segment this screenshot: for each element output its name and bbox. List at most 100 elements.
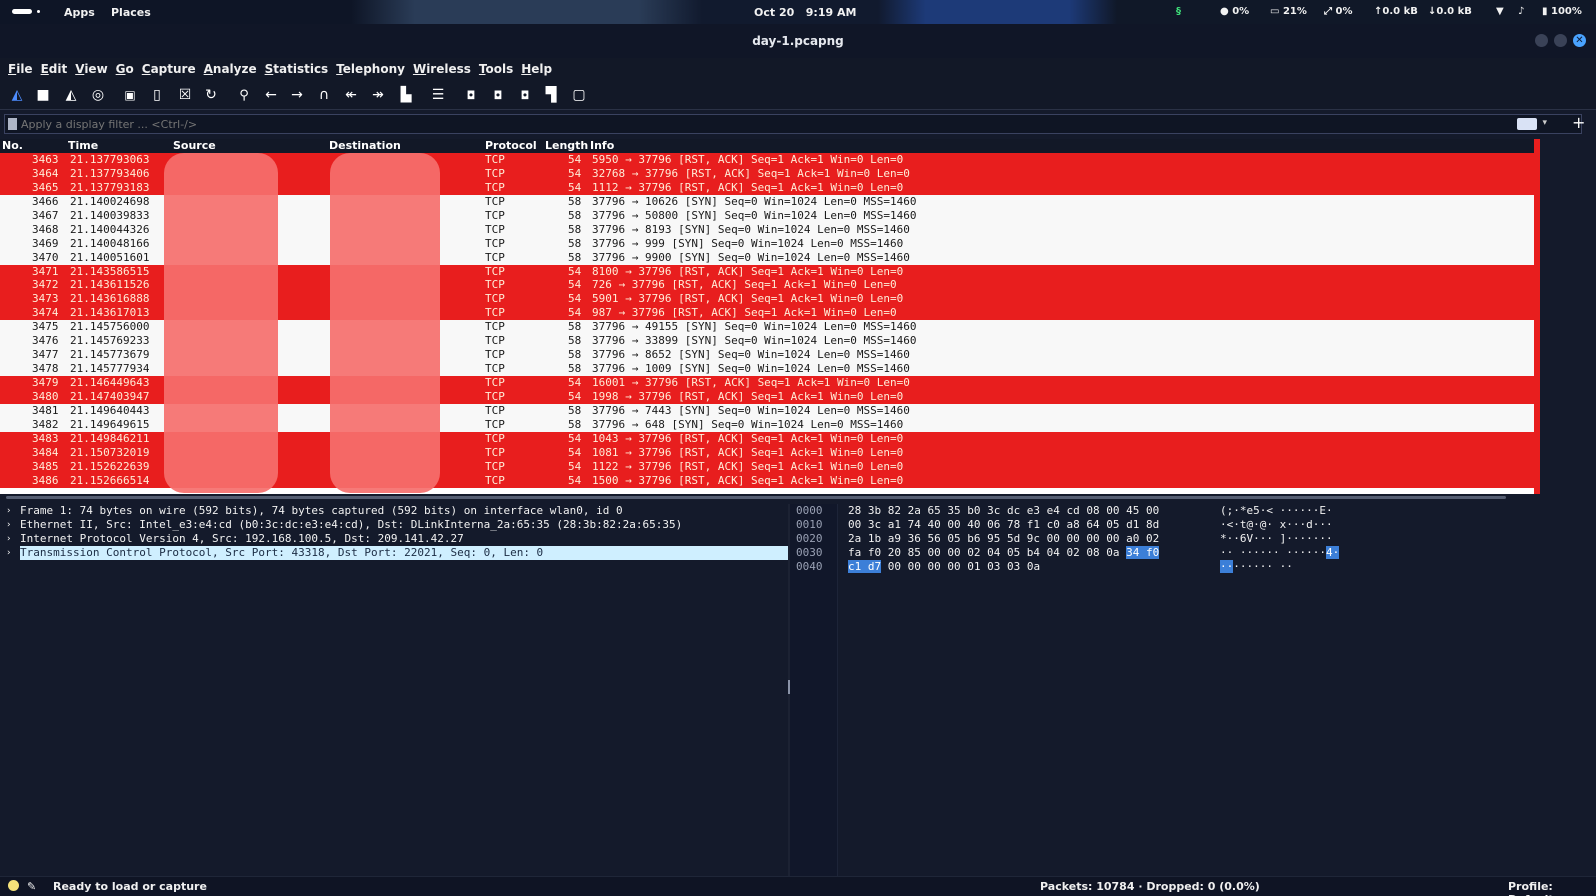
detail-tree-item[interactable]: › Frame 1: 74 bytes on wire (592 bits), 7…: [0, 504, 788, 518]
detail-tree-item[interactable]: › Transmission Control Protocol, Src Port…: [0, 546, 788, 560]
byte-row[interactable]: 0040 c1 d7 00 00 00 00 01 03 03 0a ·······…: [790, 560, 1596, 574]
packet-info-cell: 5950 → 37796 [RST, ACK] Seq=1 Ack=1 Win=…: [592, 153, 904, 166]
menu-view[interactable]: View: [75, 62, 107, 76]
go-to-icon[interactable]: ∩: [315, 86, 333, 104]
zoom-in-icon[interactable]: ◘: [462, 86, 480, 104]
packet-time-cell: 21.147403947: [70, 389, 150, 403]
restart-icon[interactable]: ◭: [62, 86, 80, 104]
packet-time-cell: 21.143616888: [70, 292, 150, 306]
upload-value: 0.0 kB: [1382, 6, 1418, 17]
close-file-icon[interactable]: ☒: [176, 86, 194, 104]
byte-row[interactable]: 0000 28 3b 82 2a 65 35 b0 3c dc e3 e4 cd …: [790, 504, 1596, 518]
download-indicator[interactable]: ↓0.0 kB: [1428, 6, 1472, 17]
wifi-icon[interactable]: ▼: [1496, 6, 1504, 17]
packet-length-cell: 54: [568, 376, 582, 389]
places-menu[interactable]: Places: [111, 6, 151, 19]
expand-arrow-icon[interactable]: ›: [6, 532, 11, 546]
apply-filter-button[interactable]: [1517, 118, 1537, 130]
packet-length-cell: 58: [568, 194, 582, 208]
memory-indicator[interactable]: ▭ 21%: [1270, 6, 1307, 17]
expert-info-icon[interactable]: [8, 880, 19, 891]
expand-arrow-icon[interactable]: ›: [6, 546, 11, 560]
last-icon[interactable]: ↠: [369, 86, 387, 104]
save-icon[interactable]: ▯: [148, 86, 166, 104]
expand-icon[interactable]: ▢: [570, 86, 588, 104]
col-protocol-header[interactable]: Protocol: [485, 139, 537, 152]
menu-telephony[interactable]: Telephony: [336, 62, 405, 76]
col-source-header[interactable]: Source: [173, 139, 216, 152]
add-filter-button[interactable]: +: [1572, 113, 1585, 132]
col-info-header[interactable]: Info: [590, 139, 614, 152]
packet-info-cell: 37796 → 7443 [SYN] Seq=0 Win=1024 Len=0 …: [592, 403, 910, 417]
cpu-indicator[interactable]: ● 0%: [1220, 6, 1249, 17]
shark-start-icon[interactable]: ◭: [8, 86, 26, 104]
open-icon[interactable]: ▣: [121, 86, 139, 104]
forward-icon[interactable]: →: [288, 86, 306, 104]
expand-arrow-icon[interactable]: ›: [6, 518, 11, 532]
maximize-button[interactable]: [1554, 34, 1567, 47]
menu-help[interactable]: Help: [521, 62, 552, 76]
packet-time-cell: 21.140039833: [70, 208, 150, 222]
volume-icon[interactable]: ♪: [1518, 6, 1524, 17]
packet-length-cell: 54: [568, 180, 582, 194]
col-length-header[interactable]: Length: [545, 139, 588, 152]
filter-history-dropdown[interactable]: ▾: [1542, 118, 1547, 128]
bookmark-icon[interactable]: [8, 118, 17, 130]
col-time-header[interactable]: Time: [68, 139, 98, 152]
status-packet-count: Packets: 10784 · Dropped: 0 (0.0%): [1040, 880, 1260, 893]
detail-tree-item[interactable]: › Ethernet II, Src: Intel_e3:e4:cd (b0:3c…: [0, 518, 788, 532]
close-button[interactable]: ✕: [1573, 34, 1586, 47]
tray-app-icon[interactable]: §: [1176, 6, 1181, 17]
status-profile[interactable]: Profile: Default: [1508, 880, 1596, 896]
menu-analyze[interactable]: Analyze: [204, 62, 257, 76]
minimize-button[interactable]: [1535, 34, 1548, 47]
swap-indicator[interactable]: ⤢ 0%: [1324, 6, 1352, 17]
display-filter-input[interactable]: [21, 116, 1501, 132]
activities-icon[interactable]: [12, 9, 32, 14]
menu-capture[interactable]: Capture: [142, 62, 196, 76]
ascii-text-rest: ······ ··: [1233, 560, 1293, 573]
colorize-icon[interactable]: ☰: [429, 86, 447, 104]
options-icon[interactable]: ◎: [89, 86, 107, 104]
apps-menu[interactable]: Apps: [64, 6, 95, 19]
packet-protocol-cell: TCP: [485, 334, 505, 348]
hscroll-thumb[interactable]: [6, 496, 1506, 499]
byte-row[interactable]: 0030 fa f0 20 85 00 00 02 04 05 b4 04 02 …: [790, 546, 1596, 560]
battery-indicator[interactable]: ▮ 100%: [1542, 6, 1582, 17]
expand-arrow-icon[interactable]: ›: [6, 504, 11, 518]
resize-columns-icon[interactable]: ▜: [542, 86, 560, 104]
back-icon[interactable]: ←: [262, 86, 280, 104]
find-icon[interactable]: ⚲: [235, 86, 253, 104]
menu-file[interactable]: File: [8, 62, 33, 76]
packet-info-cell: 37796 → 648 [SYN] Seq=0 Win=1024 Len=0 M…: [592, 417, 904, 431]
byte-row[interactable]: 0010 00 3c a1 74 40 00 40 06 78 f1 c0 a8 …: [790, 518, 1596, 532]
col-destination-header[interactable]: Destination: [329, 139, 401, 152]
menu-go[interactable]: Go: [116, 62, 134, 76]
packet-time-cell: 21.137793183: [70, 180, 150, 194]
col-no-header[interactable]: No.: [2, 139, 23, 152]
zoom-out-icon[interactable]: ◘: [489, 86, 507, 104]
stop-icon[interactable]: ■: [34, 86, 52, 104]
packet-list-scrollbar[interactable]: [1534, 139, 1540, 494]
menu-wireless[interactable]: Wireless: [413, 62, 471, 76]
packet-details-pane[interactable]: › Frame 1: 74 bytes on wire (592 bits), 7…: [0, 504, 788, 876]
capture-comment-icon[interactable]: ✎: [27, 880, 36, 893]
upload-indicator[interactable]: ↑0.0 kB: [1374, 6, 1418, 17]
byte-row[interactable]: 0020 2a 1b a9 36 56 05 b6 95 5d 9c 00 00 …: [790, 532, 1596, 546]
autoscroll-icon[interactable]: ▙: [397, 86, 415, 104]
menu-tools[interactable]: Tools: [479, 62, 513, 76]
packet-list-hscrollbar[interactable]: [0, 494, 1540, 502]
zoom-reset-icon[interactable]: ◘: [516, 86, 534, 104]
window-titlebar[interactable]: day-1.pcapng ✕: [0, 24, 1596, 58]
menu-edit[interactable]: Edit: [41, 62, 68, 76]
first-icon[interactable]: ↞: [342, 86, 360, 104]
clock[interactable]: Oct 20 9:19 AM: [754, 6, 856, 19]
ascii-bytes: *··6V··· ]·······: [1220, 532, 1333, 546]
menu-statistics[interactable]: Statistics: [265, 62, 329, 76]
packet-length-cell: 58: [568, 417, 582, 431]
reload-icon[interactable]: ↻: [202, 86, 220, 104]
packet-no-cell: 3484: [32, 445, 59, 459]
packet-protocol-cell: TCP: [485, 222, 505, 236]
packet-bytes-pane[interactable]: 0000 28 3b 82 2a 65 35 b0 3c dc e3 e4 cd …: [790, 504, 1596, 876]
detail-tree-item[interactable]: › Internet Protocol Version 4, Src: 192.1…: [0, 532, 788, 546]
